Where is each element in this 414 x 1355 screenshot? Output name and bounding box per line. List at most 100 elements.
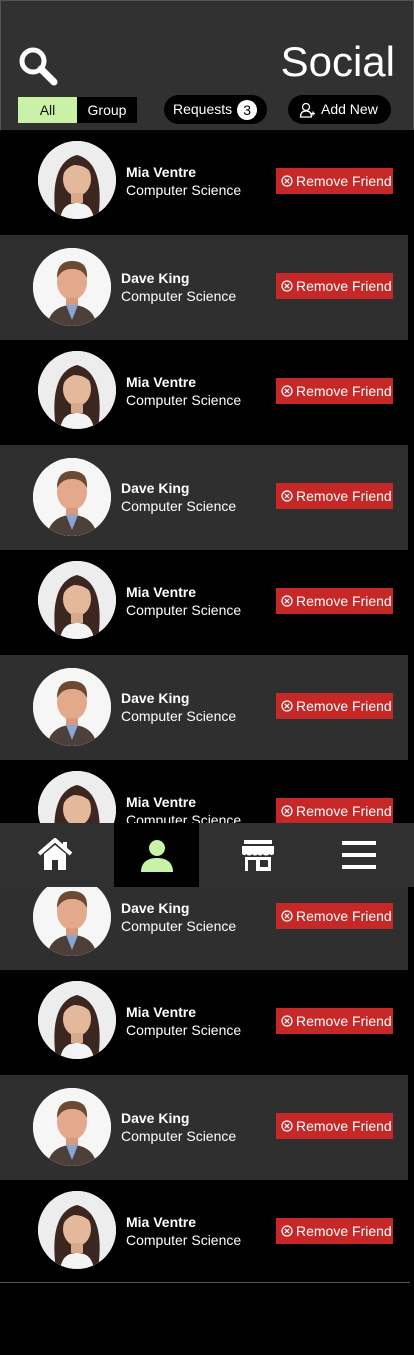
friend-department: Computer Science: [121, 288, 237, 304]
friend-department: Computer Science: [126, 1232, 242, 1248]
friend-name: Mia Ventre: [126, 794, 197, 810]
remove-friend-button[interactable]: Remove Friend: [276, 798, 393, 824]
remove-friend-label: Remove Friend: [296, 1223, 392, 1239]
remove-friend-button[interactable]: Remove Friend: [276, 903, 393, 929]
friend-row: Mia Ventre Computer Science Remove Friend: [0, 1180, 414, 1285]
remove-friend-label: Remove Friend: [296, 1013, 392, 1029]
home-icon: [37, 838, 72, 870]
avatar[interactable]: [33, 878, 111, 956]
portrait-female-icon: [38, 1191, 116, 1269]
remove-friend-label: Remove Friend: [296, 803, 392, 819]
remove-friend-label: Remove Friend: [296, 278, 392, 294]
friend-name: Dave King: [121, 900, 190, 916]
friend-name: Mia Ventre: [126, 584, 197, 600]
avatar[interactable]: [38, 351, 116, 429]
portrait-male-icon: [33, 458, 111, 536]
remove-friend-button[interactable]: Remove Friend: [276, 693, 393, 719]
add-user-icon: [299, 102, 315, 118]
friend-name: Mia Ventre: [126, 1004, 197, 1020]
remove-circle-icon: [281, 700, 293, 712]
nav-home[interactable]: [12, 823, 97, 887]
remove-circle-icon: [281, 385, 293, 397]
remove-circle-icon: [281, 1120, 293, 1132]
remove-friend-label: Remove Friend: [296, 173, 392, 189]
friend-name: Mia Ventre: [126, 164, 197, 180]
portrait-female-icon: [38, 561, 116, 639]
avatar[interactable]: [33, 668, 111, 746]
remove-friend-button[interactable]: Remove Friend: [276, 168, 393, 194]
avatar[interactable]: [33, 1088, 111, 1166]
friend-row: Mia Ventre Computer Science Remove Friend: [0, 970, 414, 1075]
nav-menu[interactable]: [316, 823, 401, 887]
remove-circle-icon: [281, 805, 293, 817]
friend-department: Computer Science: [121, 708, 237, 724]
header: Social All Group Requests 3 Add New: [0, 0, 414, 131]
remove-circle-icon: [281, 1225, 293, 1237]
portrait-male-icon: [33, 668, 111, 746]
remove-friend-button[interactable]: Remove Friend: [276, 588, 393, 614]
person-icon: [140, 840, 173, 872]
friend-department: Computer Science: [126, 392, 242, 408]
friend-department: Computer Science: [126, 182, 242, 198]
list-divider: [0, 1282, 410, 1283]
filter-group-tab[interactable]: Group: [77, 97, 137, 123]
friend-department: Computer Science: [121, 498, 237, 514]
portrait-male-icon: [33, 1088, 111, 1166]
remove-friend-label: Remove Friend: [296, 908, 392, 924]
friend-name: Dave King: [121, 270, 190, 286]
nav-friends[interactable]: [114, 823, 199, 887]
friend-department: Computer Science: [121, 1128, 237, 1144]
remove-friend-button[interactable]: Remove Friend: [276, 1008, 393, 1034]
page-title: Social: [280, 38, 395, 85]
remove-friend-label: Remove Friend: [296, 698, 392, 714]
nav-store[interactable]: [215, 823, 300, 887]
friend-department: Computer Science: [121, 918, 237, 934]
portrait-female-icon: [38, 981, 116, 1059]
friend-name: Dave King: [121, 1110, 190, 1126]
filter-segmented-control: All Group: [18, 97, 137, 123]
remove-friend-label: Remove Friend: [296, 593, 392, 609]
friend-department: Computer Science: [126, 1022, 242, 1038]
remove-friend-label: Remove Friend: [296, 1118, 392, 1134]
bottom-nav: [0, 823, 414, 887]
friend-name: Dave King: [121, 480, 190, 496]
remove-circle-icon: [281, 490, 293, 502]
friend-list: Mia Ventre Computer Science Remove Friend D…: [0, 130, 414, 1285]
portrait-female-icon: [38, 351, 116, 429]
filter-all-tab[interactable]: All: [18, 97, 77, 123]
remove-friend-button[interactable]: Remove Friend: [276, 483, 393, 509]
remove-friend-button[interactable]: Remove Friend: [276, 1218, 393, 1244]
friend-row: Mia Ventre Computer Science Remove Friend: [0, 550, 414, 655]
remove-circle-icon: [281, 1015, 293, 1027]
remove-friend-button[interactable]: Remove Friend: [276, 1113, 393, 1139]
friend-department: Computer Science: [126, 602, 242, 618]
requests-button[interactable]: Requests 3: [164, 95, 267, 124]
search-icon[interactable]: [17, 45, 59, 87]
friend-name: Mia Ventre: [126, 374, 197, 390]
friend-row: Mia Ventre Computer Science Remove Friend: [0, 130, 414, 235]
add-new-button[interactable]: Add New: [288, 95, 391, 124]
friend-row: Dave King Computer Science Remove Friend: [0, 445, 408, 550]
avatar[interactable]: [38, 981, 116, 1059]
requests-count-badge: 3: [237, 99, 258, 120]
remove-friend-label: Remove Friend: [296, 488, 392, 504]
friend-row: Dave King Computer Science Remove Friend: [0, 655, 408, 760]
menu-icon: [341, 841, 376, 869]
add-new-label: Add New: [321, 101, 378, 117]
avatar[interactable]: [38, 561, 116, 639]
friend-name: Mia Ventre: [126, 1214, 197, 1230]
portrait-male-icon: [33, 878, 111, 956]
requests-label: Requests: [173, 101, 233, 117]
remove-circle-icon: [281, 175, 293, 187]
avatar[interactable]: [38, 1191, 116, 1269]
portrait-male-icon: [33, 248, 111, 326]
friend-row: Mia Ventre Computer Science Remove Friend: [0, 340, 414, 445]
friend-row: Dave King Computer Science Remove Friend: [0, 235, 408, 340]
remove-friend-button[interactable]: Remove Friend: [276, 378, 393, 404]
remove-friend-button[interactable]: Remove Friend: [276, 273, 393, 299]
avatar[interactable]: [33, 248, 111, 326]
avatar[interactable]: [33, 458, 111, 536]
remove-circle-icon: [281, 280, 293, 292]
friend-row: Dave King Computer Science Remove Friend: [0, 1075, 408, 1180]
avatar[interactable]: [38, 141, 116, 219]
